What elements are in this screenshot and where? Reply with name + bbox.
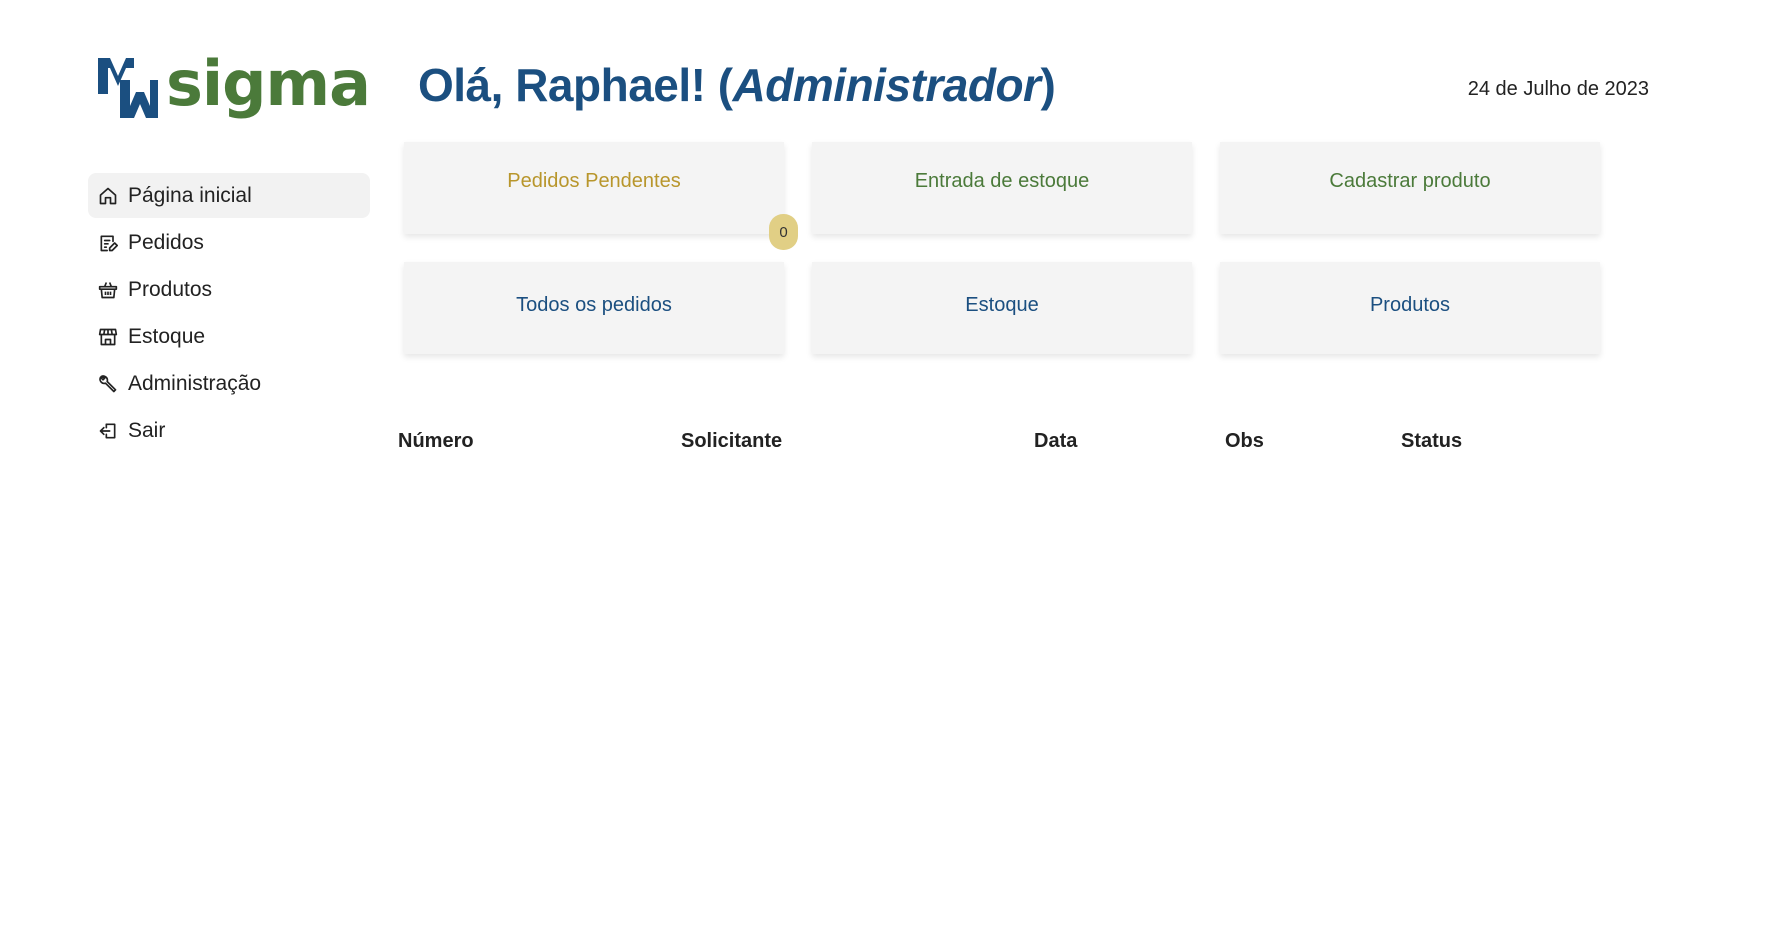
user-role: Administrador — [732, 59, 1041, 111]
table-header-row: Número Solicitante Data Obs Status — [398, 426, 1598, 456]
quick-actions: Pedidos Pendentes 0 Entrada de estoque C… — [404, 142, 1600, 354]
sidebar-item-label: Produtos — [128, 277, 213, 301]
current-date: 24 de Julho de 2023 — [1467, 78, 1649, 100]
column-data[interactable]: Data — [1034, 426, 1225, 456]
card-label: Cadastrar produto — [1329, 169, 1491, 192]
column-solicitante[interactable]: Solicitante — [681, 426, 1034, 456]
card-label: Pedidos Pendentes — [507, 169, 681, 192]
table-header: Número Solicitante Data Obs Status — [398, 426, 1598, 456]
card-label: Todos os pedidos — [516, 293, 672, 316]
column-numero[interactable]: Número — [398, 426, 681, 456]
card-label: Entrada de estoque — [914, 169, 1090, 192]
sidebar-item-pedidos[interactable]: Pedidos — [88, 220, 370, 265]
greeting-prefix: Olá, Raphael! ( — [418, 59, 733, 111]
card-stock-entry[interactable]: Entrada de estoque — [812, 142, 1192, 234]
sidebar-item-label: Página inicial — [128, 183, 252, 207]
logout-icon — [98, 421, 118, 441]
wrench-icon — [98, 374, 118, 394]
sidebar-item-sair[interactable]: Sair — [88, 408, 370, 453]
card-pending-orders[interactable]: Pedidos Pendentes 0 — [404, 142, 798, 250]
card-label: Produtos — [1369, 293, 1451, 316]
sidebar-item-home[interactable]: Página inicial — [88, 173, 370, 218]
pending-count-badge: 0 — [769, 214, 798, 250]
card-stock[interactable]: Estoque — [812, 262, 1192, 354]
card-all-orders[interactable]: Todos os pedidos — [404, 262, 784, 354]
sidebar-item-produtos[interactable]: Produtos — [88, 267, 370, 312]
brand-logo[interactable]: sigma — [96, 47, 371, 120]
edit-list-icon — [98, 233, 118, 253]
page-title: Olá, Raphael! (Administrador) — [418, 58, 1056, 112]
column-status[interactable]: Status — [1401, 426, 1598, 456]
column-obs[interactable]: Obs — [1225, 426, 1401, 456]
home-icon — [98, 186, 118, 206]
orders-table: Número Solicitante Data Obs Status — [398, 426, 1598, 456]
sidebar-item-estoque[interactable]: Estoque — [88, 314, 370, 359]
sidebar-item-label: Administração — [128, 371, 262, 395]
greeting-suffix: ) — [1040, 59, 1056, 111]
sidebar-item-label: Sair — [128, 418, 166, 442]
page: sigma Olá, Raphael! (Administrador) 24 d… — [0, 0, 1765, 926]
card-register-product[interactable]: Cadastrar produto — [1220, 142, 1600, 234]
logo-mark-icon — [98, 58, 158, 118]
basket-icon — [98, 280, 118, 300]
card-label: Estoque — [965, 293, 1039, 316]
store-icon — [98, 327, 118, 347]
card-products[interactable]: Produtos — [1220, 262, 1600, 354]
sidebar-item-label: Estoque — [128, 324, 206, 348]
sidebar: Página inicial Pedidos Produtos Estoque … — [88, 173, 370, 455]
sidebar-item-label: Pedidos — [128, 230, 204, 254]
sidebar-item-administracao[interactable]: Administração — [88, 361, 370, 406]
brand-name: sigma — [166, 47, 371, 120]
